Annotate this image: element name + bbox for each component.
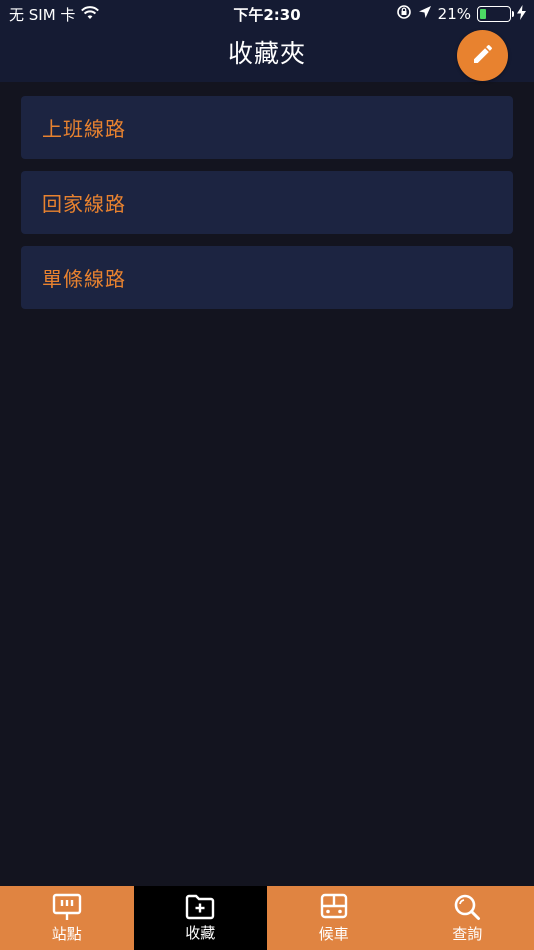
tab-waiting[interactable]: 候車	[267, 886, 401, 950]
favorite-item-label: 單條線路	[42, 267, 126, 291]
location-arrow-icon	[418, 5, 432, 23]
tab-label: 站點	[51, 924, 82, 943]
favorite-item-commute[interactable]: 上班線路	[21, 96, 513, 159]
tab-label: 收藏	[185, 923, 216, 942]
search-icon	[452, 893, 482, 921]
tab-search[interactable]: 查詢	[400, 886, 534, 950]
tab-favorites[interactable]: 收藏	[133, 886, 267, 950]
edit-button[interactable]	[457, 30, 508, 81]
battery-icon	[477, 6, 514, 22]
orientation-lock-icon	[396, 4, 412, 24]
bus-stop-sign-icon	[52, 893, 82, 921]
tab-bar: 站點 收藏 候車 查詢	[0, 886, 534, 950]
favorite-item-label: 回家線路	[42, 192, 126, 216]
battery-fill	[480, 9, 486, 19]
favorite-item-home[interactable]: 回家線路	[21, 171, 513, 234]
charging-bolt-icon	[517, 4, 526, 24]
tab-label: 查詢	[452, 924, 483, 943]
page-title: 收藏夾	[227, 39, 306, 68]
tab-stops[interactable]: 站點	[0, 886, 134, 950]
folder-plus-icon	[185, 894, 215, 920]
status-bar: 无 SIM 卡 下午2:30 21%	[0, 0, 534, 28]
favorite-item-label: 上班線路	[42, 117, 126, 141]
bus-front-icon	[319, 893, 349, 921]
favorites-list: 上班線路 回家線路 單條線路	[21, 96, 513, 321]
header-bar: 无 SIM 卡 下午2:30 21% 收藏夾	[0, 0, 534, 82]
battery-percent: 21%	[437, 5, 471, 23]
favorite-item-single[interactable]: 單條線路	[21, 246, 513, 309]
pencil-icon	[471, 42, 495, 70]
tab-label: 候車	[318, 924, 349, 943]
